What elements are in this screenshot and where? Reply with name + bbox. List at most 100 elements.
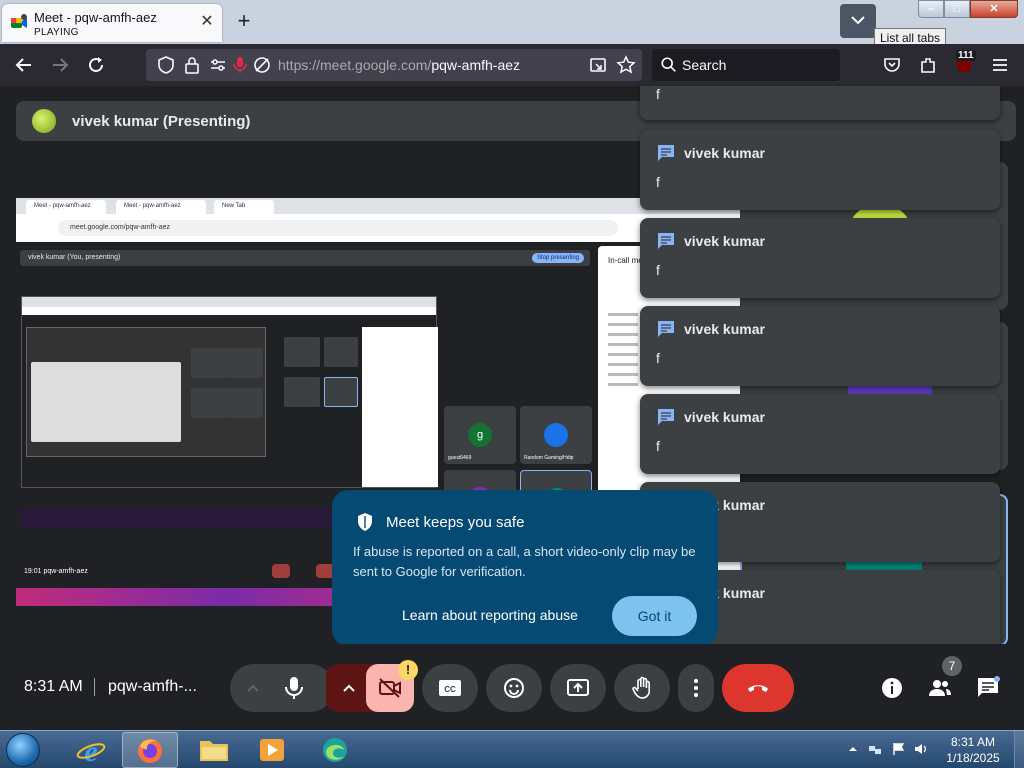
extensions-puzzle-icon[interactable] xyxy=(918,55,938,75)
taskbar-firefox[interactable] xyxy=(122,732,178,768)
reactions-button[interactable] xyxy=(486,664,542,712)
ss-tile-avatar xyxy=(544,423,568,447)
microphone-group xyxy=(230,664,334,712)
chat-toast[interactable]: vivek kumar f xyxy=(640,306,1000,386)
reload-icon[interactable] xyxy=(86,55,106,75)
ss-tab: Meet - pqw-amfh-aez xyxy=(26,200,106,214)
raise-hand-icon xyxy=(632,676,650,699)
close-tab-icon[interactable]: ✕ xyxy=(198,14,216,32)
tab-playing-label: PLAYING xyxy=(34,27,79,38)
present-screen-button[interactable] xyxy=(550,664,606,712)
ss-presenting-bar: vivek kumar (You, presenting) xyxy=(20,250,590,266)
taskbar-edge[interactable] xyxy=(308,732,364,768)
new-tab-button[interactable]: + xyxy=(232,10,256,34)
more-vertical-icon xyxy=(694,679,698,697)
ss-tile xyxy=(284,377,320,407)
windows-taskbar: e 8:31 AM 1/18/2025 xyxy=(0,730,1024,768)
shield-icon xyxy=(358,513,372,531)
chat-toast-sender: vivek kumar xyxy=(684,409,765,425)
svg-text:CC: CC xyxy=(444,685,456,694)
browser-tab-meet[interactable]: Meet - pqw-amfh-aez PLAYING ✕ xyxy=(2,4,222,42)
url-bar[interactable]: https://meet.google.com/pqw-amfh-aez xyxy=(146,49,642,81)
window-minimize-button[interactable]: – xyxy=(918,0,944,18)
taskbar-internet-explorer[interactable]: e xyxy=(64,732,120,768)
ss-clock: 19:01 pqw-amfh-aez xyxy=(24,568,88,575)
window-close-button[interactable]: ✕ xyxy=(970,0,1018,18)
media-player-icon xyxy=(260,739,284,761)
raise-hand-button[interactable] xyxy=(614,664,670,712)
firefox-icon xyxy=(138,739,162,763)
chat-toast-sender: vivek kumar xyxy=(684,321,765,337)
learn-reporting-abuse-link[interactable]: Learn about reporting abuse xyxy=(402,607,578,623)
autoplay-blocked-icon[interactable] xyxy=(252,55,272,75)
ss-nested-address xyxy=(22,307,436,315)
folder-icon xyxy=(200,741,228,761)
meeting-clock: 8:31 AM xyxy=(24,678,83,695)
url-text[interactable]: https://meet.google.com/pqw-amfh-aez xyxy=(278,57,520,73)
captions-button[interactable]: CC xyxy=(422,664,478,712)
chat-toast-sender: vivek kumar xyxy=(684,233,765,249)
show-desktop-button[interactable] xyxy=(1014,731,1024,768)
camera-alert-badge: ! xyxy=(398,660,418,680)
taskbar-media-player[interactable] xyxy=(244,732,300,768)
ss-mini-tile xyxy=(191,388,231,418)
ss-mini-tile xyxy=(231,348,263,378)
ss-participant-tile: Random Gaming/Hdip xyxy=(520,406,592,464)
meeting-code: pqw-amfh-... xyxy=(108,678,197,695)
chat-toast[interactable]: f xyxy=(640,86,1000,120)
search-placeholder: Search xyxy=(682,57,727,73)
chat-toast-sender: vivek kumar xyxy=(684,145,765,161)
lock-icon[interactable] xyxy=(182,55,202,75)
microphone-icon[interactable] xyxy=(284,676,304,700)
ss-tab: New Tab xyxy=(214,200,274,214)
present-screen-icon xyxy=(567,679,589,696)
chevron-down-icon xyxy=(851,16,865,25)
more-options-button[interactable] xyxy=(678,664,714,712)
ss-tab: Meet - pqw-amfh-aez xyxy=(116,200,206,214)
system-clock[interactable]: 8:31 AM 1/18/2025 xyxy=(940,734,1006,766)
start-button[interactable] xyxy=(6,733,40,767)
back-arrow-icon[interactable] xyxy=(14,55,34,75)
action-center-flag-icon[interactable] xyxy=(892,742,906,756)
search-bar[interactable]: Search xyxy=(652,49,840,81)
chat-toast[interactable]: vivek kumar f xyxy=(640,130,1000,210)
extension-count-badge: 111 xyxy=(956,50,976,61)
leave-call-button[interactable] xyxy=(722,664,794,712)
forward-arrow-icon[interactable] xyxy=(50,55,70,75)
chat-toast[interactable]: vivek kumar f xyxy=(640,394,1000,474)
volume-icon[interactable] xyxy=(914,742,928,756)
chat-toast[interactable]: vivek kumar f xyxy=(640,218,1000,298)
ss-mini-tile xyxy=(191,348,231,378)
people-icon[interactable] xyxy=(928,676,952,700)
ss-stop-presenting: Stop presenting xyxy=(532,253,584,263)
popup-title: Meet keeps you safe xyxy=(386,514,525,531)
list-all-tabs-button[interactable] xyxy=(840,4,876,38)
got-it-button[interactable]: Got it xyxy=(612,596,697,636)
window-maximize-button[interactable]: □ xyxy=(944,0,970,18)
pocket-icon[interactable] xyxy=(882,55,902,75)
chat-toast-message: f xyxy=(656,350,660,366)
hamburger-menu-icon[interactable] xyxy=(990,55,1010,75)
network-icon[interactable] xyxy=(868,742,882,756)
browser-tab-strip: Meet - pqw-amfh-aez PLAYING ✕ + – □ ✕ xyxy=(0,0,1024,44)
ss-tile xyxy=(324,337,358,367)
ss-nested-mini-screen xyxy=(26,327,266,457)
chat-toast-message: f xyxy=(656,174,660,190)
chevron-up-icon[interactable] xyxy=(246,682,260,694)
chevron-up-icon[interactable] xyxy=(342,682,356,694)
taskbar-file-explorer[interactable] xyxy=(186,732,242,768)
ss-end-call-mini xyxy=(272,564,290,578)
microphone-active-icon[interactable] xyxy=(230,55,250,75)
meeting-details-info-icon[interactable] xyxy=(880,676,904,700)
ss-mini-window xyxy=(31,362,181,442)
system-date: 1/18/2025 xyxy=(946,751,1000,765)
bookmark-star-icon[interactable] xyxy=(616,55,636,75)
ss-tile-avatar: g xyxy=(468,423,492,447)
emoji-icon xyxy=(504,678,524,698)
shield-tracking-icon[interactable] xyxy=(156,55,176,75)
reader-view-icon[interactable] xyxy=(588,55,608,75)
chat-toast-message: f xyxy=(656,438,660,454)
chat-icon[interactable] xyxy=(976,676,1000,700)
permissions-icon[interactable] xyxy=(208,55,228,75)
tray-expand-icon[interactable] xyxy=(846,742,860,756)
